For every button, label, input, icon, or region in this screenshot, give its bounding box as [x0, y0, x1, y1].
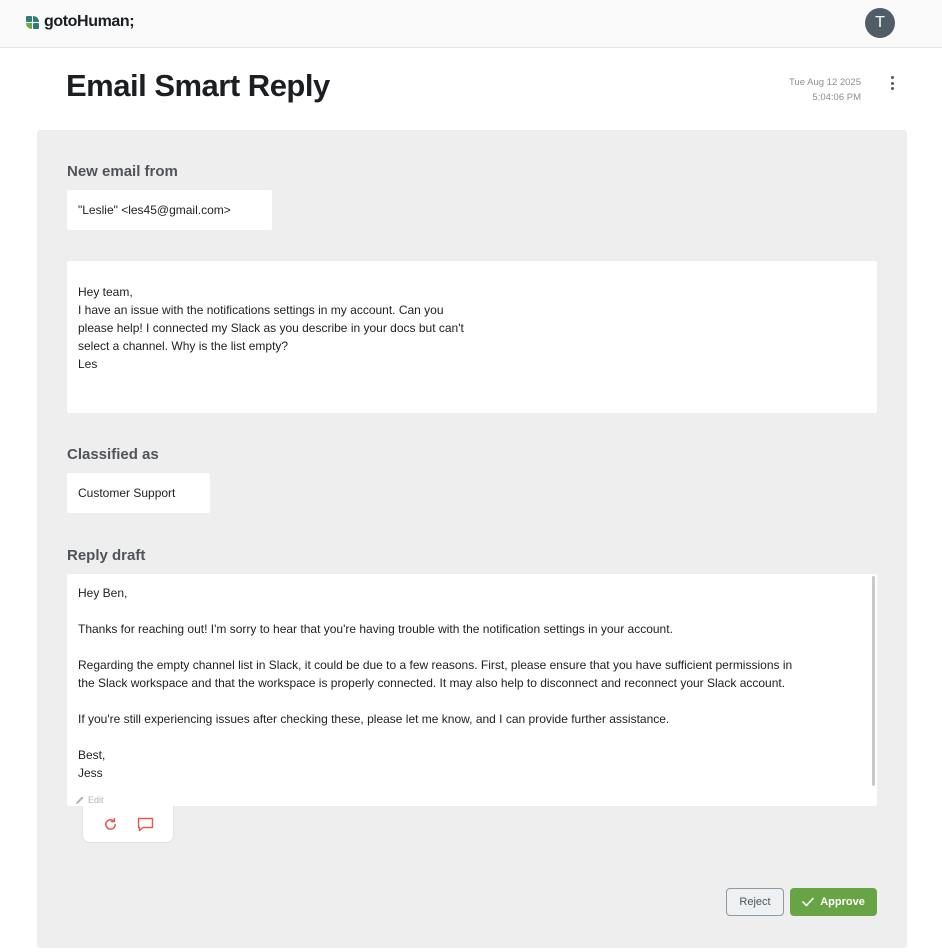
reply-draft-editor[interactable]: Hey Ben, Thanks for reaching out! I'm so…: [67, 574, 877, 806]
reject-button[interactable]: Reject: [726, 888, 784, 916]
logo-icon: [26, 15, 39, 29]
reply-line: [78, 728, 866, 746]
reply-line: Jess: [78, 766, 103, 780]
reply-actions-toolbar: [82, 806, 174, 843]
approve-button[interactable]: Approve: [790, 888, 877, 916]
classified-label: Classified as: [67, 446, 159, 463]
refresh-icon[interactable]: [103, 817, 118, 832]
timestamp-time: 5:04:06 PM: [812, 92, 861, 103]
email-line: I have an issue with the notifications s…: [78, 303, 444, 317]
reply-line: [78, 638, 866, 656]
sender-field: "Leslie" <les45@gmail.com>: [67, 190, 272, 230]
timestamp-date: Tue Aug 12 2025: [788, 77, 861, 88]
check-icon: [802, 897, 814, 907]
reply-line: Hey Ben,: [78, 586, 128, 600]
comment-icon[interactable]: [137, 817, 154, 832]
reply-line: the Slack workspace and that the workspa…: [78, 676, 786, 690]
reply-line: [78, 602, 866, 620]
sender-label: New email from: [67, 163, 178, 180]
task-timestamp: Tue Aug 12 2025 5:04:06 PM: [789, 75, 861, 105]
reply-line: Thanks for reaching out! I'm sorry to he…: [78, 622, 673, 636]
user-avatar[interactable]: T: [865, 8, 895, 38]
reply-line: If you're still experiencing issues afte…: [78, 712, 670, 726]
email-line: select a channel. Why is the list empty?: [78, 339, 289, 353]
reply-line: Best,: [78, 748, 106, 762]
top-navbar: gotoHuman; T: [0, 0, 942, 48]
email-line: Les: [78, 357, 98, 371]
reply-scrollbar[interactable]: [872, 576, 875, 786]
brand-name: gotoHuman;: [44, 13, 135, 30]
more-vertical-icon[interactable]: [886, 75, 898, 91]
reply-line: Regarding the empty channel list in Slac…: [78, 658, 793, 672]
email-line: Hey team,: [78, 285, 133, 299]
review-panel: New email from "Leslie" <les45@gmail.com…: [37, 130, 907, 948]
approve-label: Approve: [820, 896, 865, 908]
classified-field: Customer Support: [67, 473, 210, 513]
brand-logo[interactable]: gotoHuman;: [26, 13, 135, 31]
page-title: Email Smart Reply: [66, 68, 330, 103]
email-body-field: Hey team, I have an issue with the notif…: [67, 261, 877, 413]
reply-label: Reply draft: [67, 547, 146, 564]
email-line: please help! I connected my Slack as you…: [78, 321, 464, 335]
reply-line: [78, 692, 866, 710]
pencil-icon: [76, 796, 84, 804]
